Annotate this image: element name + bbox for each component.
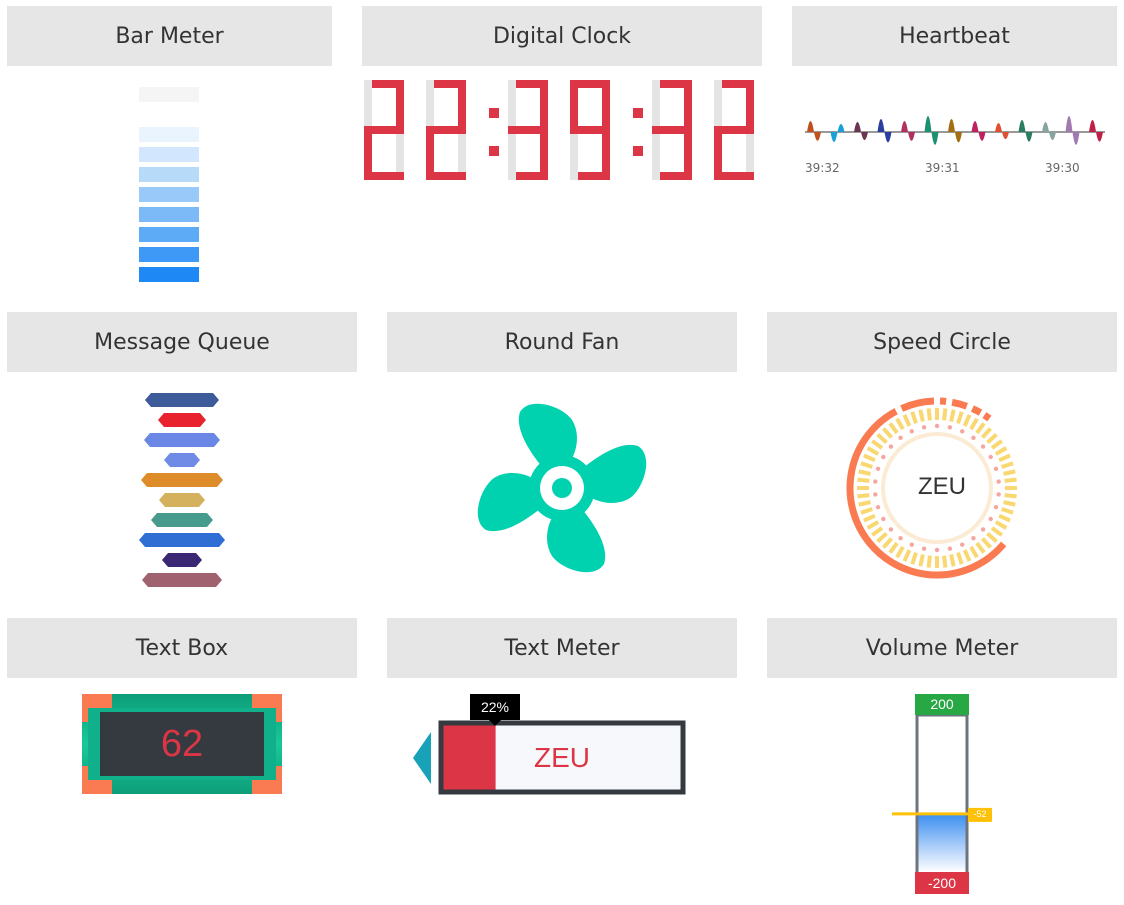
heartbeat-pulse: [924, 116, 939, 145]
queue-message: [141, 473, 223, 487]
bar-meter-segment: [139, 247, 199, 262]
bar-meter-segment: [139, 207, 199, 222]
text-box-title: Text Box: [7, 618, 357, 678]
heartbeat-pulse: [1042, 122, 1056, 140]
queue-message: [158, 413, 206, 427]
heartbeat-pulse: [1065, 116, 1080, 145]
clock-digit: [426, 80, 466, 180]
volume-meter-fill: [918, 813, 966, 872]
text-meter-pointer: [413, 732, 431, 784]
digital-clock-display: [364, 80, 754, 180]
clock-digit: [570, 80, 610, 180]
clock-colon-dot: [489, 146, 499, 156]
speed-circle-label: ZEU: [918, 473, 966, 500]
speed-outer-arc: [900, 397, 935, 412]
clock-digit: [714, 80, 754, 180]
volume-meter-title: Volume Meter: [767, 618, 1117, 678]
round-fan: [477, 403, 647, 573]
queue-message: [162, 553, 202, 567]
clock-colon-dot: [489, 108, 499, 118]
heartbeat-chart: 39:32 39:31 39:30: [800, 90, 1110, 190]
text-meter-percent: 22%: [480, 699, 510, 715]
heartbeat-pulse: [1018, 120, 1033, 142]
clock-digit: [364, 80, 404, 180]
queue-message: [139, 533, 225, 547]
heartbeat-waveform: [805, 116, 1105, 145]
clock-colon-dot: [633, 146, 643, 156]
digital-clock-title: Digital Clock: [362, 6, 762, 66]
bar-meter-segment: [139, 147, 199, 162]
text-box-value: 62: [160, 723, 204, 765]
bar-meter-segment: [139, 87, 199, 102]
heartbeat-pulse: [807, 121, 821, 141]
speed-outer-arc: [951, 398, 968, 410]
volume-max-label: 200: [930, 696, 954, 712]
bar-meter: [139, 87, 199, 282]
volume-meter-gauge: [892, 694, 992, 894]
volume-min-label: -200: [927, 875, 957, 891]
text-meter-widget: 22% ZEU: [410, 692, 690, 796]
heartbeat-pulse: [877, 119, 892, 143]
heartbeat-pulse: [1089, 120, 1103, 142]
heartbeat-pulse: [948, 119, 962, 143]
queue-message: [159, 493, 205, 507]
heartbeat-pulse: [830, 124, 845, 142]
round-fan-title: Round Fan: [387, 312, 737, 372]
bar-meter-segment: [139, 127, 199, 142]
bar-meter-segment: [139, 187, 199, 202]
text-meter-fill: [443, 725, 496, 790]
clock-colon-dot: [633, 108, 643, 118]
message-queue-title: Message Queue: [7, 312, 357, 372]
speed-outer-arc: [982, 412, 992, 422]
volume-marker-label: -52: [973, 808, 987, 819]
message-queue-stack: [139, 393, 225, 587]
heartbeat-title: Heartbeat: [792, 6, 1117, 66]
speed-circle-title: Speed Circle: [767, 312, 1117, 372]
bar-meter-segment: [139, 167, 199, 182]
heartbeat-pulse: [854, 122, 868, 140]
volume-meter-widget: 200 -200 -52: [888, 694, 998, 894]
fan-icon: [477, 403, 647, 573]
bar-meter-title: Bar Meter: [7, 6, 332, 66]
bar-meter-segment: [139, 227, 199, 242]
queue-message: [142, 573, 222, 587]
text-box-widget: 62: [82, 694, 282, 794]
queue-message: [164, 453, 200, 467]
heartbeat-time-label: 39:30: [1045, 161, 1080, 175]
heartbeat-pulse: [995, 123, 1009, 140]
heartbeat-pulse: [901, 121, 915, 141]
heartbeat-pulse: [971, 121, 986, 141]
queue-message: [151, 513, 213, 527]
queue-message: [144, 433, 220, 447]
heartbeat-time-label: 39:32: [805, 161, 840, 175]
text-meter-title: Text Meter: [387, 618, 737, 678]
bar-meter-segment: [139, 267, 199, 282]
text-meter-text: ZEU: [534, 742, 590, 773]
speed-outer-arc: [970, 405, 983, 416]
speed-circle: ZEU: [842, 393, 1032, 583]
queue-message: [145, 393, 219, 407]
clock-digit: [652, 80, 692, 180]
heartbeat-time-label: 39:31: [925, 161, 960, 175]
clock-digit: [508, 80, 548, 180]
